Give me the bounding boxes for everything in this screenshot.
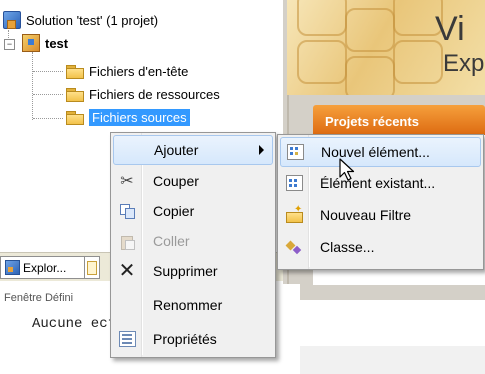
menu-item-label: Coller [153,233,190,249]
menu-item-label: Copier [153,203,195,219]
scissors-icon: ✂ [120,173,134,190]
menu-item-label: Nouveau Filtre [320,207,412,223]
solution-icon [3,11,21,29]
banner-decoration [297,40,347,84]
banner-subtitle: Exp [443,50,485,77]
banner-title: Vi [435,10,465,48]
new-filter-icon [285,204,303,224]
tree-item-folder[interactable]: Fichiers de ressources [66,84,220,104]
banner-decoration [345,56,395,95]
context-menu: Ajouter ✂ Couper Copier Coller ✕ Supprim… [110,132,276,358]
recent-projects-header: Projets récents [313,105,485,135]
menu-item-label: Élément existant... [320,175,436,191]
recent-projects-title: Projets récents [325,114,419,129]
banner-decoration [297,0,347,36]
tree-item-project[interactable]: test [22,33,68,53]
tree-item-label: Solution 'test' (1 projet) [26,12,159,28]
collapse-toggle[interactable]: − [4,39,15,50]
tab-class-view[interactable] [84,256,100,279]
tree-item-solution[interactable]: Solution 'test' (1 projet) [3,10,158,30]
menu-item-existing-item[interactable]: Élément existant... [280,169,481,197]
folder-icon [66,110,84,125]
menu-item-label: Propriétés [153,331,217,347]
menu-item-label: Supprimer [153,263,218,279]
menu-item-rename[interactable]: Renommer [113,291,273,319]
tree-item-label: Fichiers sources [89,108,190,126]
window-title: Fenêtre Défini [4,292,74,304]
tab-label: Explor... [23,260,67,275]
menu-item-label: Renommer [153,297,223,313]
new-item-icon [286,143,304,161]
paste-icon [118,232,136,250]
tree-item-label: Fichiers de ressources [89,86,220,102]
menu-item-label: Classe... [320,239,375,255]
menu-item-label: Couper [153,173,199,189]
tab-solution-explorer[interactable]: Explor... [0,256,90,279]
folder-icon [66,64,84,79]
submenu-arrow-icon [259,145,264,155]
tree-connector [33,71,63,72]
existing-item-icon [285,174,303,192]
menu-item-paste[interactable]: Coller [113,227,273,255]
tree-item-label: test [45,35,69,51]
delete-icon: ✕ [118,260,136,282]
menu-item-label: Nouvel élément... [321,144,430,160]
menu-item-new-filter[interactable]: Nouveau Filtre [280,201,481,229]
tree-item-folder-selected[interactable]: Fichiers sources [66,107,190,127]
mouse-cursor-icon [339,158,355,181]
menu-item-class[interactable]: Classe... [280,233,481,261]
tree-connector [33,94,63,95]
tree-item-label: Fichiers d'en-tête [89,63,189,79]
menu-item-label: Ajouter [154,142,199,158]
menu-item-copy[interactable]: Copier [113,197,273,225]
class-icon [285,238,303,256]
class-view-icon [87,260,97,275]
menu-item-properties[interactable]: Propriétés [113,325,273,353]
project-icon [22,34,40,52]
menu-item-new-item[interactable]: Nouvel élément... [280,137,481,167]
properties-icon [118,330,136,348]
banner-decoration [345,8,395,52]
add-submenu: Nouvel élément... Élément existant... No… [277,134,484,270]
menu-item-cut[interactable]: ✂ Couper [113,167,273,195]
tree-connector [33,118,63,119]
folder-icon [66,87,84,102]
tree-item-folder[interactable]: Fichiers d'en-tête [66,61,188,81]
menu-item-delete[interactable]: ✕ Supprimer [113,257,273,285]
menu-item-add[interactable]: Ajouter [113,135,273,165]
copy-icon [118,202,136,220]
solution-explorer-icon [5,260,20,275]
tree-connector [32,52,33,120]
